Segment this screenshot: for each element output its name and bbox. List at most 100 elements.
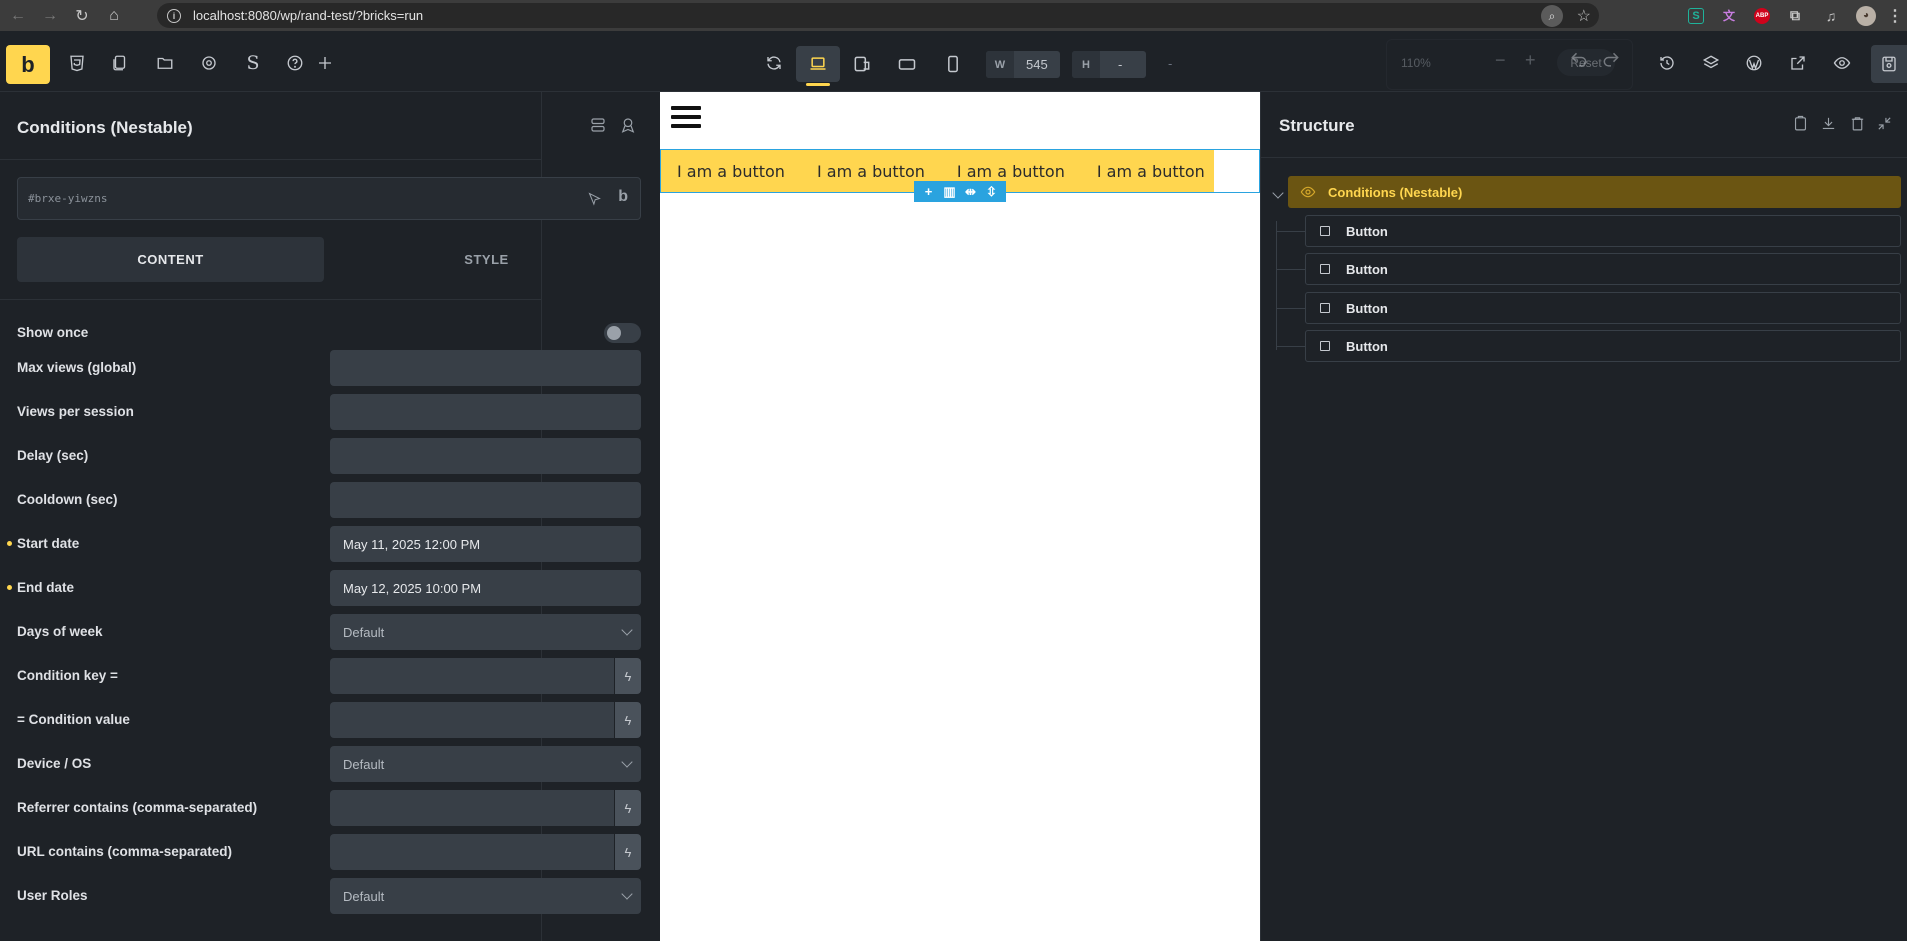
pages-icon[interactable]: [107, 50, 133, 76]
html5-icon[interactable]: [64, 50, 90, 76]
layers-icon[interactable]: [1698, 50, 1724, 76]
wordpress-icon[interactable]: [1741, 50, 1767, 76]
breakpoint-tablet-landscape-button[interactable]: [840, 46, 884, 82]
collapse-icon[interactable]: [1876, 115, 1896, 135]
undo-icon[interactable]: [1569, 50, 1589, 75]
s-icon[interactable]: S: [240, 50, 266, 76]
dynamic-data-bolt-icon[interactable]: ϟ: [615, 702, 641, 738]
width-control[interactable]: W 545: [986, 51, 1060, 78]
extension-s-icon[interactable]: S: [1688, 7, 1704, 24]
delay-input[interactable]: [330, 438, 641, 474]
eye-icon[interactable]: [1300, 184, 1316, 205]
history-icon[interactable]: [1654, 50, 1680, 76]
height-value[interactable]: -: [1100, 57, 1134, 72]
browser-menu-icon[interactable]: ⋮: [1887, 7, 1903, 25]
media-controls-icon[interactable]: ♫: [1820, 7, 1842, 25]
end-date-input[interactable]: May 12, 2025 10:00 PM: [330, 570, 641, 606]
tree-item-conditions[interactable]: Conditions (Nestable): [1288, 176, 1901, 208]
breakpoint-tablet-button[interactable]: [885, 46, 929, 82]
tree-item-button[interactable]: Button: [1305, 253, 1901, 285]
tab-content[interactable]: CONTENT: [17, 237, 324, 282]
field-end-date: End date May 12, 2025 10:00 PM: [0, 570, 641, 606]
user-roles-select[interactable]: Default: [330, 878, 641, 914]
profile-avatar[interactable]: ◕: [1856, 5, 1876, 26]
zoom-out-button[interactable]: −: [1495, 50, 1506, 71]
dynamic-data-bolt-icon[interactable]: ϟ: [615, 658, 641, 694]
breakpoint-mobile-button[interactable]: [931, 46, 975, 82]
element-conditions-icon[interactable]: [619, 116, 639, 136]
field-user-roles: User Roles Default: [0, 878, 641, 914]
home-icon[interactable]: ⌂: [100, 2, 128, 30]
save-page-button[interactable]: [1871, 45, 1907, 83]
zoom-indicator-icon[interactable]: ⌕: [1541, 5, 1563, 27]
view-page-external-icon[interactable]: [1785, 50, 1811, 76]
translate-extension-icon[interactable]: 文: [1718, 7, 1740, 25]
field-label: Cooldown (sec): [17, 492, 118, 507]
field-device-os: Device / OS Default: [0, 746, 641, 782]
element-id-text[interactable]: #brxe-yiwzns: [28, 192, 107, 205]
url-text[interactable]: localhost:8080/wp/rand-test/?bricks=run: [193, 8, 423, 23]
folder-icon[interactable]: [152, 50, 178, 76]
height-control[interactable]: H -: [1072, 51, 1146, 78]
device-os-select[interactable]: Default: [330, 746, 641, 782]
download-icon[interactable]: [1820, 115, 1840, 135]
reload-icon[interactable]: ↻: [68, 2, 96, 30]
back-icon[interactable]: ←: [4, 2, 32, 30]
tree-item-button[interactable]: Button: [1305, 215, 1901, 247]
redo-icon[interactable]: [1601, 50, 1621, 75]
dynamic-data-bolt-icon[interactable]: ϟ: [615, 790, 641, 826]
start-date-input[interactable]: May 11, 2025 12:00 PM: [330, 526, 641, 562]
preview-eye-icon[interactable]: [1829, 50, 1855, 76]
field-label: Referrer contains (comma-separated): [17, 800, 258, 815]
field-condition-key: Condition key = ϟ: [0, 658, 641, 694]
settings-gear-icon[interactable]: [196, 50, 222, 76]
clipboard-icon[interactable]: [1792, 115, 1812, 135]
bricks-b-icon[interactable]: b: [618, 188, 628, 206]
add-element-icon[interactable]: [312, 50, 338, 76]
condition-key-input[interactable]: [330, 658, 614, 694]
width-value[interactable]: 545: [1014, 57, 1060, 72]
vertical-resize-icon[interactable]: ⇳: [983, 184, 1001, 200]
field-label: Condition key =: [17, 668, 118, 683]
address-bar[interactable]: i localhost:8080/wp/rand-test/?bricks=ru…: [157, 3, 1599, 28]
cooldown-input[interactable]: [330, 482, 641, 518]
max-views-input[interactable]: [330, 350, 641, 386]
pick-selector-icon[interactable]: [587, 191, 602, 211]
referrer-contains-input[interactable]: [330, 790, 614, 826]
field-label: Device / OS: [17, 756, 92, 771]
element-classes-icon[interactable]: [589, 116, 609, 136]
trash-icon[interactable]: [1849, 115, 1869, 135]
tab-style[interactable]: STYLE: [332, 237, 641, 282]
css-id-selector[interactable]: #brxe-yiwzns b: [17, 177, 641, 220]
bookmark-star-icon[interactable]: ☆: [1577, 6, 1591, 26]
modified-indicator: [7, 541, 12, 546]
tree-item-button[interactable]: Button: [1305, 292, 1901, 324]
site-info-icon[interactable]: i: [167, 8, 181, 23]
chevron-down-icon[interactable]: [1272, 187, 1284, 199]
horizontal-resize-icon[interactable]: ⇹: [962, 184, 980, 200]
zoom-in-button[interactable]: +: [1525, 50, 1536, 71]
adblock-extension-icon[interactable]: ABP: [1754, 7, 1770, 24]
bricks-logo-button[interactable]: b: [6, 45, 50, 84]
columns-icon[interactable]: ▥: [941, 184, 959, 200]
builder-canvas[interactable]: I am a button I am a button I am a butto…: [660, 92, 1260, 941]
condition-value-input[interactable]: [330, 702, 614, 738]
refresh-preview-icon[interactable]: [761, 50, 787, 76]
help-icon[interactable]: [282, 50, 308, 76]
url-contains-input[interactable]: [330, 834, 614, 870]
field-label: Views per session: [17, 404, 134, 419]
breakpoint-laptop-button[interactable]: [796, 46, 840, 86]
dynamic-data-bolt-icon[interactable]: ϟ: [615, 834, 641, 870]
hamburger-menu-icon[interactable]: [671, 106, 701, 130]
tree-item-button[interactable]: Button: [1305, 330, 1901, 362]
days-of-week-select[interactable]: Default: [330, 614, 641, 650]
field-label: User Roles: [17, 888, 88, 903]
show-once-toggle[interactable]: [604, 323, 641, 343]
extensions-puzzle-icon[interactable]: ⧉: [1784, 7, 1806, 25]
add-element-icon[interactable]: +: [920, 184, 938, 199]
views-per-session-input[interactable]: [330, 394, 641, 430]
field-condition-value: = Condition value ϟ: [0, 702, 641, 738]
modified-indicator: [7, 585, 12, 590]
forward-icon[interactable]: →: [36, 2, 64, 30]
field-label: Start date: [17, 536, 80, 551]
